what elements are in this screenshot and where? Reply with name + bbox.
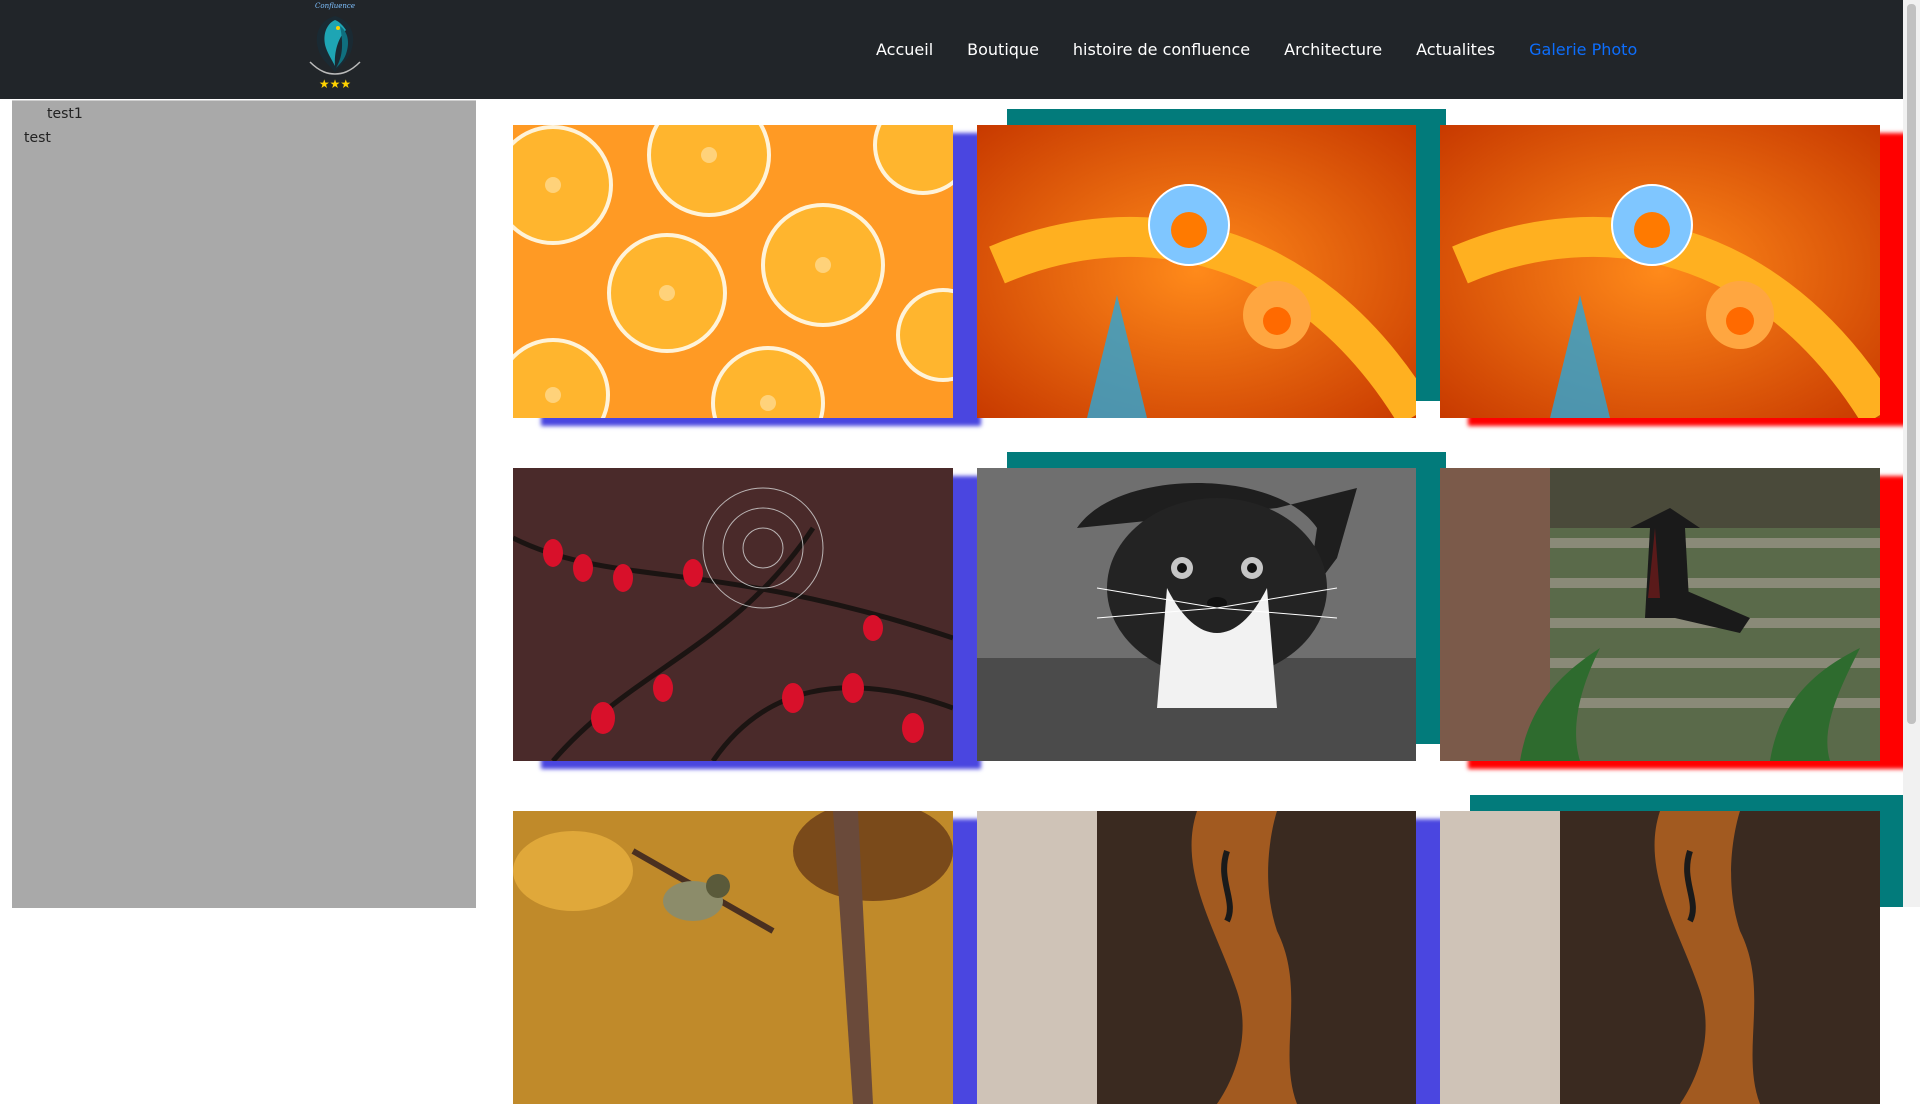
bird-image: [513, 811, 953, 1104]
gallery-photo-cello-2[interactable]: [1440, 811, 1880, 1104]
gallery-photo-woman-stairs[interactable]: [1440, 468, 1880, 761]
nav-accueil[interactable]: Accueil: [876, 40, 933, 59]
top-navbar: Confluence ★★★ Accueil Boutique histoire…: [0, 0, 1903, 99]
nav-architecture[interactable]: Architecture: [1284, 40, 1382, 59]
nav-histoire[interactable]: histoire de confluence: [1073, 40, 1250, 59]
vertical-scrollbar[interactable]: [1903, 0, 1920, 907]
sidebar-item-test1[interactable]: test1: [47, 106, 83, 122]
gallery-photo-orange-slices[interactable]: [513, 125, 953, 418]
cello-image: [977, 811, 1416, 1104]
gallery-photo-water-drops-2[interactable]: [1440, 125, 1880, 418]
logo-bird-icon: ★★★: [309, 16, 361, 91]
nav-galerie-photo[interactable]: Galerie Photo: [1529, 40, 1637, 59]
sidebar: test1 test: [12, 100, 476, 908]
logo-text: Confluence: [315, 2, 355, 10]
gallery-photo-bird[interactable]: [513, 811, 953, 1104]
cat-image: [977, 468, 1416, 761]
water-drops-image-2: [1440, 125, 1880, 418]
gallery-photo-cello[interactable]: [977, 811, 1416, 1104]
orange-slices-image: [513, 125, 953, 418]
woman-stairs-image: [1440, 468, 1880, 761]
site-logo[interactable]: Confluence ★★★: [300, 2, 370, 96]
water-drops-image: [977, 125, 1416, 418]
main-nav: Accueil Boutique histoire de confluence …: [876, 0, 1671, 99]
nav-actualites[interactable]: Actualites: [1416, 40, 1495, 59]
gallery-photo-water-drops[interactable]: [977, 125, 1416, 418]
svg-text:★★★: ★★★: [319, 77, 351, 91]
scrollbar-thumb[interactable]: [1907, 4, 1916, 724]
sidebar-item-test[interactable]: test: [24, 130, 51, 146]
gallery-photo-cat[interactable]: [977, 468, 1416, 761]
gallery-photo-berries[interactable]: [513, 468, 953, 761]
berries-image: [513, 468, 953, 761]
cello-image-2: [1440, 811, 1880, 1104]
nav-boutique[interactable]: Boutique: [967, 40, 1039, 59]
